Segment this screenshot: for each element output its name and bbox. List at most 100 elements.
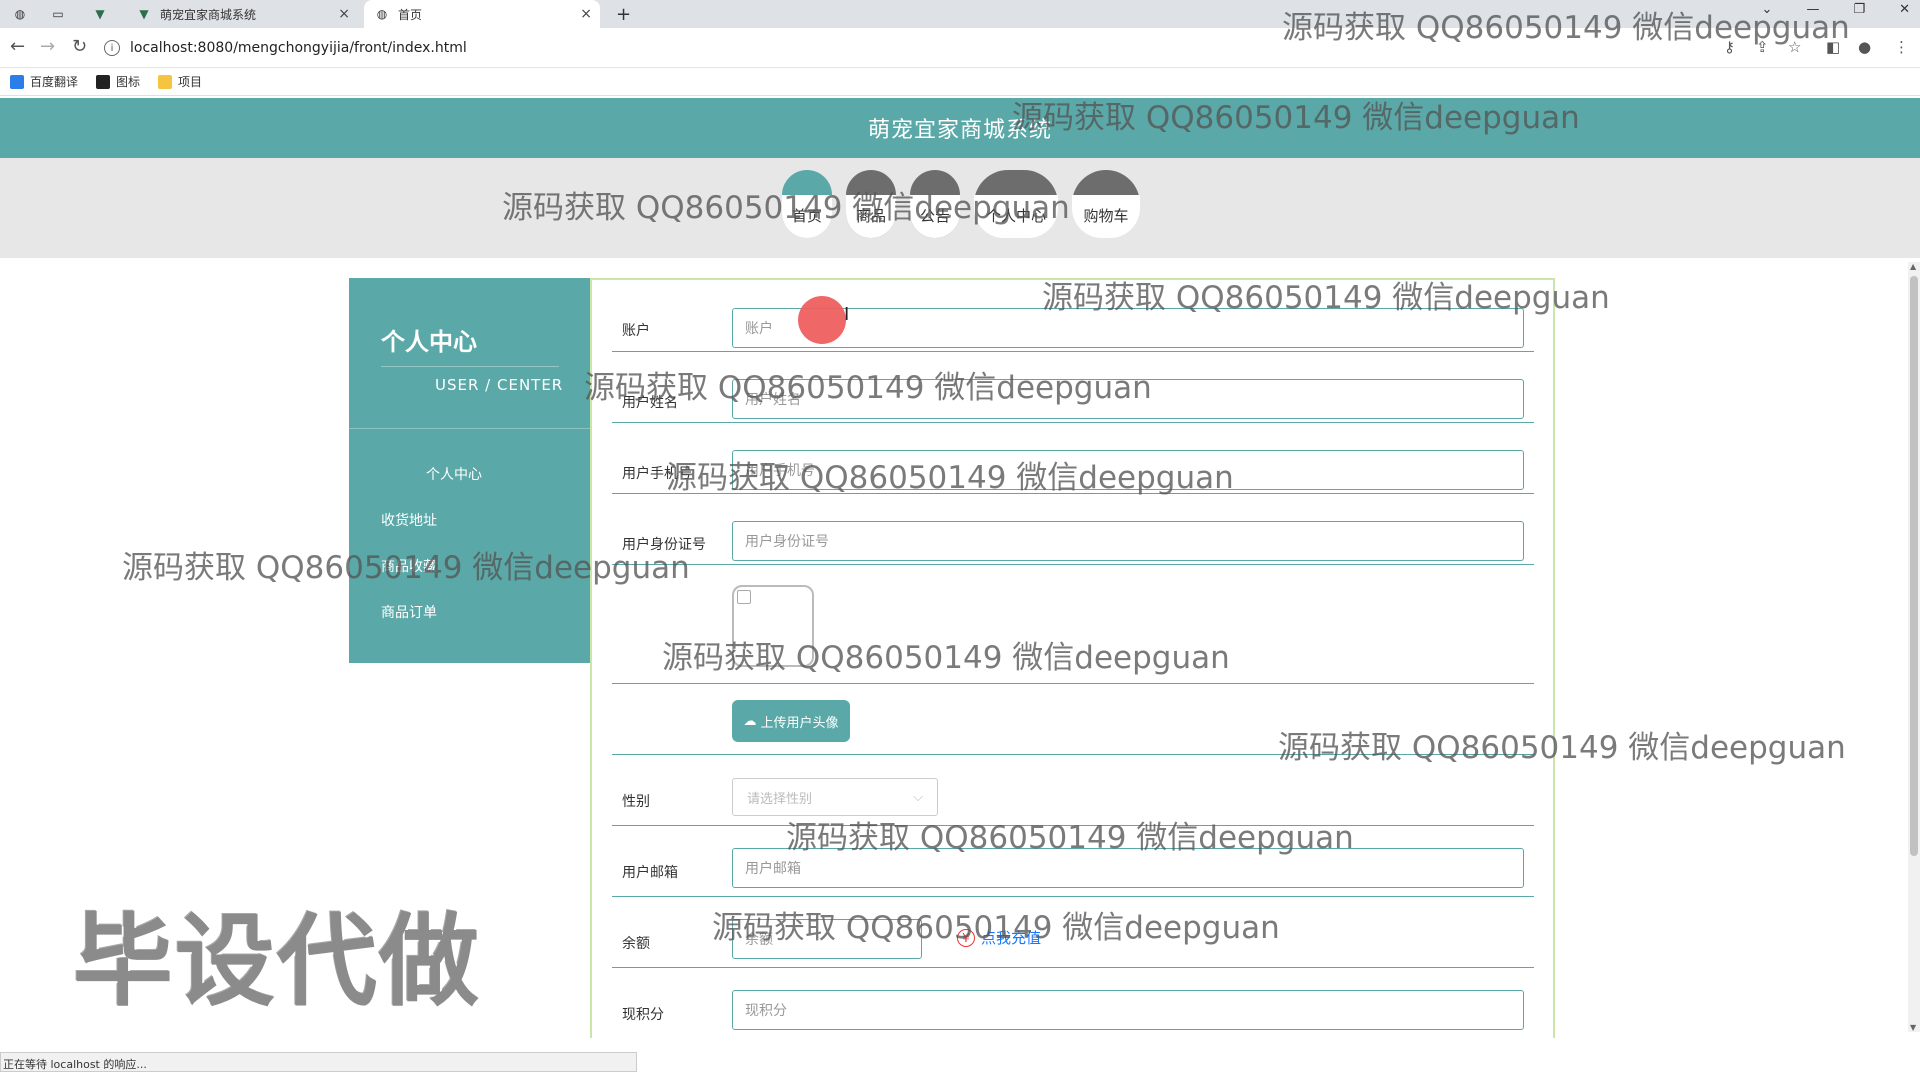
sidebar-item-orders[interactable]: 商品订单 [381, 602, 437, 622]
forward-icon[interactable]: → [40, 36, 55, 57]
info-icon[interactable]: i [104, 40, 120, 56]
address-bar: ← → ↻ i localhost:8080/mengchongyijia/fr… [0, 28, 1920, 68]
account-label: 账户 [622, 323, 650, 339]
account-input[interactable]: 账户 [732, 308, 1524, 348]
vue-icon: ▼ [139, 7, 149, 21]
name-label: 用户姓名 [622, 395, 678, 411]
chevron-down-icon[interactable]: ⌄ [1762, 2, 1773, 17]
upload-avatar-button[interactable]: ☁ 上传用户头像 [732, 700, 850, 742]
sidepanel-icon[interactable]: ◧ [1826, 38, 1840, 56]
tab-mall[interactable]: ▼ 萌宠宜家商城系统 × [130, 0, 358, 28]
avatar-preview[interactable] [732, 585, 814, 667]
upload-label: 上传用户头像 [760, 715, 839, 731]
bookmark-item[interactable]: 图标 [96, 73, 140, 90]
site-title: 萌宠宜家商城系统 [867, 118, 1052, 143]
user-center-sidebar: 个人中心 USER / CENTER 个人中心 收货地址 商品收藏 商品订单 [349, 278, 590, 663]
form-row-phone: 用户手机号 用户手机号 [612, 423, 1534, 494]
bookmark-item[interactable]: 项目 [158, 73, 202, 90]
gender-placeholder: 请选择性别 [747, 791, 813, 807]
window-controls: ⌄ — ❐ ✕ [1762, 2, 1910, 17]
phone-label: 用户手机号 [622, 466, 692, 482]
form-row-points: 现积分 现积分 [612, 968, 1534, 1040]
gender-select[interactable]: 请选择性别 ⌵ [732, 778, 938, 816]
points-input[interactable]: 现积分 [732, 990, 1524, 1030]
big-watermark: 毕设代做 [73, 903, 481, 1020]
translate-icon [10, 74, 24, 89]
form-row-email: 用户邮箱 用户邮箱 [612, 826, 1534, 897]
new-tab-button[interactable]: + [616, 0, 631, 28]
avatar-checkbox[interactable] [737, 590, 751, 604]
globe-tab-icon[interactable]: ◍ [14, 0, 34, 28]
tab-home[interactable]: ◍ 首页 × [364, 0, 600, 28]
chevron-down-icon: ⌵ [913, 789, 923, 805]
email-label: 用户邮箱 [622, 865, 678, 881]
email-input[interactable]: 用户邮箱 [732, 848, 1524, 888]
recharge-link[interactable]: ¥ 点我充值 [957, 927, 1041, 948]
star-icon[interactable]: ☆ [1788, 38, 1801, 56]
share-icon[interactable]: ⇪ [1756, 38, 1769, 56]
scrollbar-thumb[interactable] [1910, 276, 1918, 856]
sidebar-item-user-center[interactable]: 个人中心 [426, 464, 482, 484]
page-scrollbar[interactable]: ▲ ▼ [1908, 262, 1920, 1032]
site-header: 萌宠宜家商城系统 [0, 98, 1920, 158]
nav-user-center[interactable]: 个人中心 [974, 170, 1058, 238]
form-row-gender: 性别 请选择性别 ⌵ [612, 755, 1534, 826]
recharge-label: 点我充值 [981, 929, 1042, 947]
blank-tab-icon[interactable]: ▭ [52, 0, 72, 28]
yen-icon: ¥ [957, 928, 975, 947]
phone-input[interactable]: 用户手机号 [732, 450, 1524, 490]
bookmark-item[interactable]: 百度翻译 [10, 73, 78, 90]
folder-icon [158, 74, 173, 89]
sidebar-title: 个人中心 [381, 328, 477, 356]
vue-tab-icon[interactable]: ▼ [94, 0, 114, 28]
nav-label: 首页 [782, 195, 832, 238]
key-icon[interactable]: ⚷ [1724, 38, 1735, 56]
menu-icon[interactable]: ⋮ [1894, 38, 1909, 56]
scroll-down-icon[interactable]: ▼ [1910, 1023, 1916, 1032]
globe-icon: ◍ [376, 7, 388, 21]
name-input[interactable]: 用户姓名 [732, 379, 1524, 419]
cloud-upload-icon: ☁ [743, 713, 757, 729]
nav-cart[interactable]: 购物车 [1072, 170, 1140, 238]
bookmark-label: 图标 [116, 75, 141, 89]
nav-notices[interactable]: 公告 [910, 170, 960, 238]
reload-icon[interactable]: ↻ [72, 36, 87, 57]
nav-products[interactable]: 商品 [846, 170, 896, 238]
sidebar-item-favorites[interactable]: 商品收藏 [381, 556, 437, 576]
minimize-icon[interactable]: — [1806, 2, 1819, 17]
click-indicator [798, 296, 846, 344]
scroll-up-icon[interactable]: ▲ [1910, 262, 1916, 271]
status-bar: 正在等待 localhost 的响应... [0, 1052, 637, 1072]
tab-label: 首页 [398, 7, 423, 22]
bookmarks-bar: 百度翻译 图标 项目 [0, 68, 1920, 96]
gender-label: 性别 [622, 794, 650, 810]
idcard-label: 用户身份证号 [622, 537, 706, 553]
browser-tabbar: ◍ ▭ ▼ ▼ 萌宠宜家商城系统 × ◍ 首页 × + ⌄ — ❐ ✕ [0, 0, 1920, 28]
text-cursor-icon: I [844, 304, 850, 325]
bookmark-label: 项目 [178, 75, 203, 89]
nav-label: 购物车 [1072, 195, 1140, 238]
main-nav: 首页 商品 公告 个人中心 购物车 [0, 158, 1920, 258]
url-text: localhost:8080/mengchongyijia/front/inde… [130, 40, 467, 56]
restore-icon[interactable]: ❐ [1853, 2, 1865, 17]
balance-label: 余额 [622, 936, 650, 952]
nav-label: 公告 [910, 195, 960, 238]
close-icon[interactable]: × [338, 6, 350, 22]
image-icon [96, 74, 111, 89]
nav-home[interactable]: 首页 [782, 170, 832, 238]
form-row-balance: 余额 余额 ¥ 点我充值 [612, 897, 1534, 968]
nav-label: 商品 [846, 195, 896, 238]
sidebar-divider [349, 428, 590, 429]
sidebar-item-address[interactable]: 收货地址 [381, 510, 437, 530]
url-field[interactable]: i localhost:8080/mengchongyijia/front/in… [104, 34, 1704, 62]
profile-icon[interactable]: ● [1858, 38, 1871, 56]
balance-input[interactable]: 余额 [732, 919, 922, 959]
form-row-upload: ☁ 上传用户头像 [612, 684, 1534, 755]
sidebar-divider [381, 366, 559, 367]
close-icon[interactable]: ✕ [1899, 2, 1910, 17]
idcard-input[interactable]: 用户身份证号 [732, 521, 1524, 561]
back-icon[interactable]: ← [10, 36, 25, 57]
close-icon[interactable]: × [580, 6, 592, 22]
nav-label: 个人中心 [974, 195, 1058, 238]
sidebar-subtitle: USER / CENTER [435, 376, 564, 394]
